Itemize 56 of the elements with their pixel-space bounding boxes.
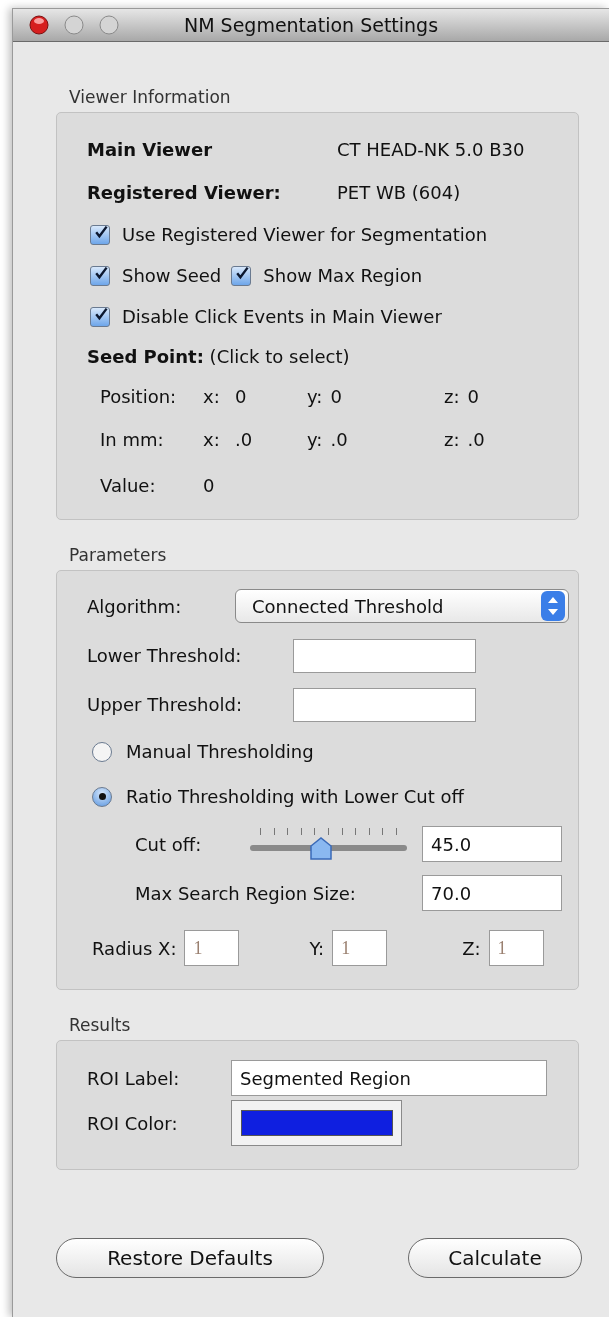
axis-label: y: <box>307 429 323 450</box>
coordinate-label: In mm: <box>100 429 165 450</box>
axis-label: x: <box>203 386 221 407</box>
checkbox[interactable]: Use Registered Viewer for Segmentation <box>90 224 488 245</box>
coordinate-value: 0 <box>203 474 215 496</box>
close-icon[interactable] <box>29 15 49 35</box>
color-well[interactable] <box>231 1100 402 1146</box>
field-label: Algorithm: <box>87 595 183 617</box>
field-label: Registered Viewer: <box>87 182 282 203</box>
field-label: Max Search Region Size: <box>135 882 357 904</box>
input-field[interactable] <box>293 638 476 673</box>
push-button[interactable]: Calculate <box>408 1238 582 1278</box>
field-label: ROI Color: <box>87 1112 179 1134</box>
coordinate-value: 0 <box>330 386 342 407</box>
stepper-icon <box>541 591 565 621</box>
viewer-name: PET WB (604) <box>337 182 461 203</box>
axis-label: z: <box>444 386 460 407</box>
cut-off-slider[interactable] <box>250 828 407 860</box>
minimize-icon[interactable] <box>64 15 84 35</box>
coordinate-value: 0 <box>235 386 247 407</box>
field-label: Lower Threshold: <box>87 645 243 666</box>
coordinate-value: .0 <box>235 429 253 450</box>
algorithm-dropdown[interactable]: Connected Threshold <box>235 589 569 623</box>
checkbox[interactable]: Disable Click Events in Main Viewer <box>90 306 442 327</box>
radio-button[interactable]: Ratio Thresholding with Lower Cut off <box>92 786 464 807</box>
axis-label: y: <box>307 386 323 407</box>
field-label: Z: <box>462 937 481 959</box>
coordinate-label: Position: <box>100 386 178 407</box>
field-label: Y: <box>309 937 325 959</box>
field-label: ROI Label: <box>87 1067 181 1089</box>
zoom-icon[interactable] <box>99 15 119 35</box>
coordinate-label: Value: <box>100 474 157 496</box>
window-title: NM Segmentation Settings <box>183 14 439 36</box>
input-field[interactable]: 70.0 <box>422 875 562 911</box>
coordinate-value: .0 <box>330 429 348 450</box>
field-label: Radius X: <box>92 937 177 959</box>
input-field[interactable]: 45.0 <box>422 826 562 862</box>
radio-button[interactable]: Manual Thresholding <box>92 741 314 762</box>
coordinate-value: .0 <box>467 429 485 450</box>
field-label: Main Viewer <box>87 139 213 160</box>
group-title: Results <box>68 1014 132 1036</box>
checkbox[interactable]: Show Seed <box>90 265 222 286</box>
group-title: Viewer Information <box>68 86 232 108</box>
seed-point-label: Seed Point: (Click to select) <box>87 345 350 367</box>
axis-label: x: <box>203 429 221 450</box>
input-field[interactable]: Segmented Region <box>231 1060 547 1096</box>
coordinate-value: 0 <box>467 386 479 407</box>
input-field[interactable] <box>293 687 476 722</box>
slider-thumb[interactable] <box>309 837 332 861</box>
field-label: Cut off: <box>135 833 203 855</box>
push-button[interactable]: Restore Defaults <box>56 1238 324 1278</box>
field-label: Upper Threshold: <box>87 694 243 715</box>
checkbox[interactable]: Show Max Region <box>231 265 423 286</box>
axis-label: z: <box>444 429 460 450</box>
viewer-name: CT HEAD-NK 5.0 B30 <box>337 139 525 160</box>
group-title: Parameters <box>68 544 168 566</box>
